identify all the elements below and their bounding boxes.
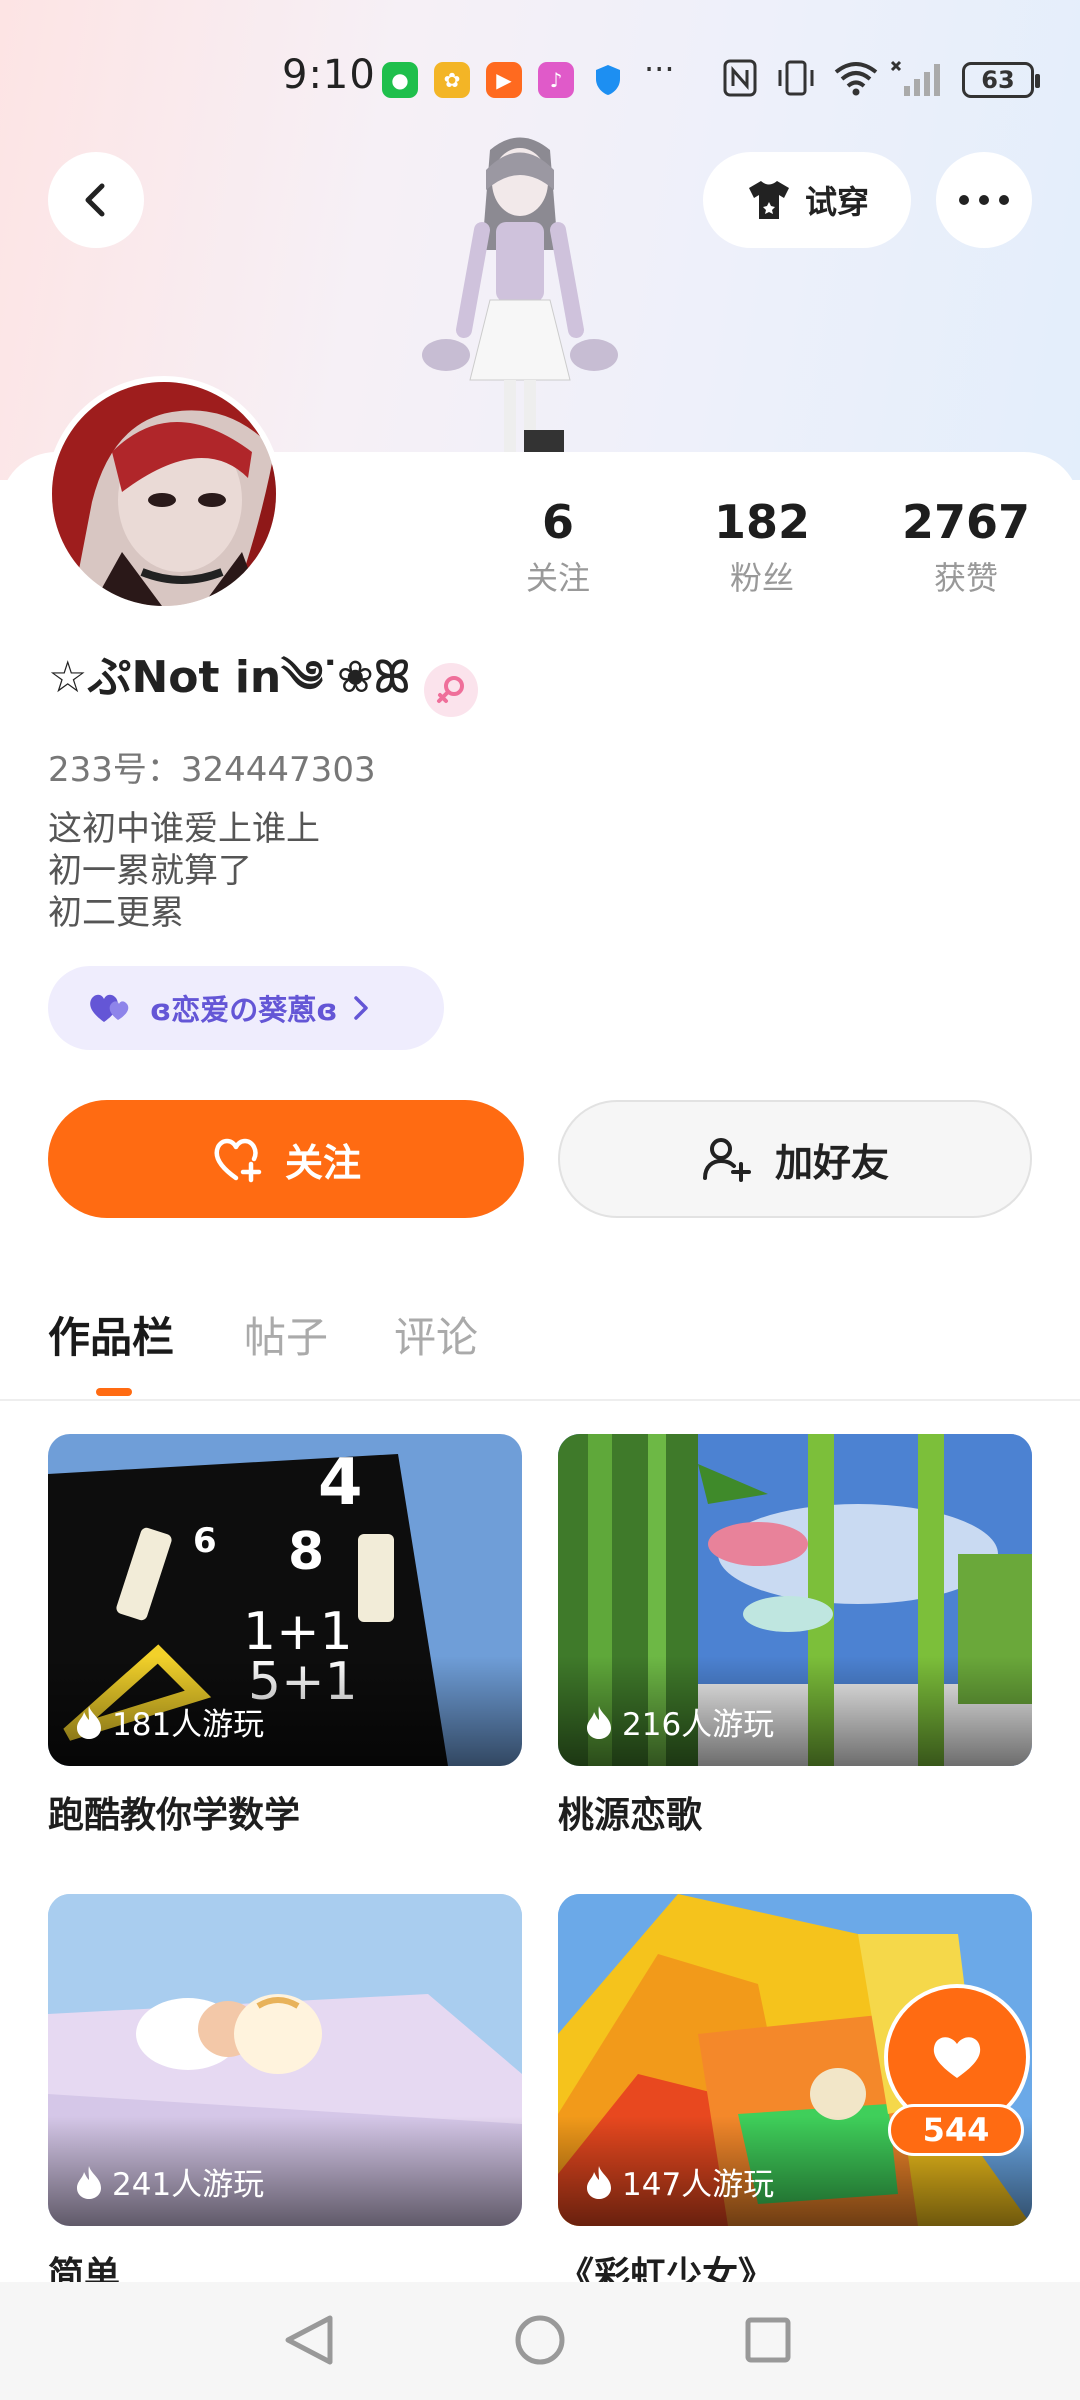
work-thumbnail: 216人游玩 xyxy=(558,1434,1032,1766)
flame-icon xyxy=(587,2165,611,2199)
fans-count: 182 xyxy=(713,495,811,549)
profile-stats: 6 关注 182 粉丝 2767 获赞 xyxy=(0,492,1080,612)
play-count: 147人游玩 xyxy=(584,2159,774,2204)
tab-posts[interactable]: 帖子 xyxy=(244,1304,328,1365)
bio-line: 初二更累 xyxy=(48,893,184,933)
add-friend-label: 加好友 xyxy=(774,1140,889,1185)
signal-icon xyxy=(890,56,946,100)
play-count-label: 147人游玩 xyxy=(622,2167,775,2203)
work-title: 桃源恋歌 xyxy=(558,1795,703,1836)
add-friend-button[interactable]: 加好友 xyxy=(558,1100,1032,1218)
heart-plus-icon xyxy=(214,1138,262,1183)
work-title: 跑酷教你学数学 xyxy=(48,1795,301,1836)
tshirt-icon xyxy=(748,181,789,219)
user-id: 233号：324447303 xyxy=(48,750,376,790)
likes-label: 获赞 xyxy=(933,559,998,597)
app-icon: ✿ xyxy=(434,62,470,98)
work-card[interactable]: 216人游玩 桃源恋歌 xyxy=(558,1434,1032,1844)
bio: 这初中谁爱上谁上 初一累就算了 初二更累 xyxy=(48,808,320,934)
play-count: 241人游玩 xyxy=(74,2159,264,2204)
svg-text:6: 6 xyxy=(193,1521,217,1561)
stat-fans[interactable]: 182 粉丝 xyxy=(672,492,852,602)
status-time: 9:10 xyxy=(282,52,376,98)
more-button[interactable] xyxy=(936,152,1032,248)
svg-text:8: 8 xyxy=(288,1522,324,1582)
active-tab-indicator xyxy=(96,1388,132,1396)
nav-back-icon[interactable] xyxy=(285,2315,333,2365)
tab-comments[interactable]: 评论 xyxy=(394,1304,478,1365)
flame-icon xyxy=(77,2165,101,2199)
stat-likes[interactable]: 2767 获赞 xyxy=(876,492,1056,602)
tab-works[interactable]: 作品栏 xyxy=(48,1304,174,1365)
svg-text:4: 4 xyxy=(318,1446,363,1520)
wifi-icon xyxy=(832,56,880,100)
battery-indicator: 63 xyxy=(962,62,1040,98)
vibrate-icon xyxy=(774,56,818,100)
character-figure xyxy=(422,137,618,460)
flame-icon xyxy=(587,1705,611,1739)
work-thumbnail: 241人游玩 xyxy=(48,1894,522,2226)
chevron-right-icon xyxy=(354,996,369,1020)
flame-icon xyxy=(77,1705,101,1739)
divider xyxy=(0,1399,1080,1401)
bio-line: 这初中谁爱上谁上 xyxy=(48,809,320,849)
work-card[interactable]: 6 8 4 1+1 5+1 181人游玩 跑酷教你学数学 xyxy=(48,1434,522,1844)
more-dots-icon xyxy=(959,195,1009,205)
wechat-icon: ● xyxy=(382,62,418,98)
fans-label: 粉丝 xyxy=(729,559,794,597)
double-heart-icon xyxy=(90,994,129,1022)
system-nav-bar xyxy=(0,2282,1080,2400)
app-icon: ♪ xyxy=(538,62,574,98)
play-count-label: 216人游玩 xyxy=(622,1707,775,1743)
chevron-left-icon xyxy=(85,183,105,217)
tryon-button[interactable]: 试穿 xyxy=(703,152,911,248)
follow-button[interactable]: 关注 xyxy=(48,1100,524,1218)
kuaishou-icon: ▶ xyxy=(486,62,522,98)
following-count: 6 xyxy=(541,495,574,549)
shield-icon xyxy=(590,62,626,98)
more-notifications-icon: ··· xyxy=(644,50,675,88)
play-count-label: 241人游玩 xyxy=(112,2167,265,2203)
follow-label: 关注 xyxy=(284,1140,361,1185)
play-count-label: 181人游玩 xyxy=(112,1707,265,1743)
heart-icon xyxy=(933,2037,981,2078)
female-gender-icon xyxy=(424,663,479,717)
add-user-icon xyxy=(702,1138,751,1182)
username-row: ☆ぷNot in༄ᐝ❀ꕤ xyxy=(48,652,479,720)
work-card[interactable]: 241人游玩 简单 xyxy=(48,1894,522,2304)
following-label: 关注 xyxy=(525,559,590,597)
stat-following[interactable]: 6 关注 xyxy=(468,492,648,602)
back-button[interactable] xyxy=(48,152,144,248)
relationship-tag[interactable]: ɞ恋爱の葵蒽ɞ xyxy=(48,966,444,1050)
work-thumbnail: 6 8 4 1+1 5+1 181人游玩 xyxy=(48,1434,522,1766)
play-count: 216人游玩 xyxy=(584,1699,774,1744)
like-count: 544 xyxy=(888,2104,1024,2156)
nav-home-icon[interactable] xyxy=(515,2315,565,2365)
bio-line: 初一累就算了 xyxy=(48,851,252,891)
nfc-icon xyxy=(722,56,758,100)
likes-count: 2767 xyxy=(901,495,1031,549)
play-count: 181人游玩 xyxy=(74,1699,264,1744)
status-bar: 9:10 ● ✿ ▶ ♪ ··· 63 xyxy=(0,50,1080,110)
username: ☆ぷNot in༄ᐝ❀ꕤ xyxy=(48,652,411,703)
content-tabs: 作品栏 帖子 评论 xyxy=(0,1296,1080,1400)
relationship-tag-label: ɞ恋爱の葵蒽ɞ xyxy=(150,993,338,1027)
tryon-label: 试穿 xyxy=(804,183,869,221)
nav-recents-icon[interactable] xyxy=(745,2317,791,2363)
